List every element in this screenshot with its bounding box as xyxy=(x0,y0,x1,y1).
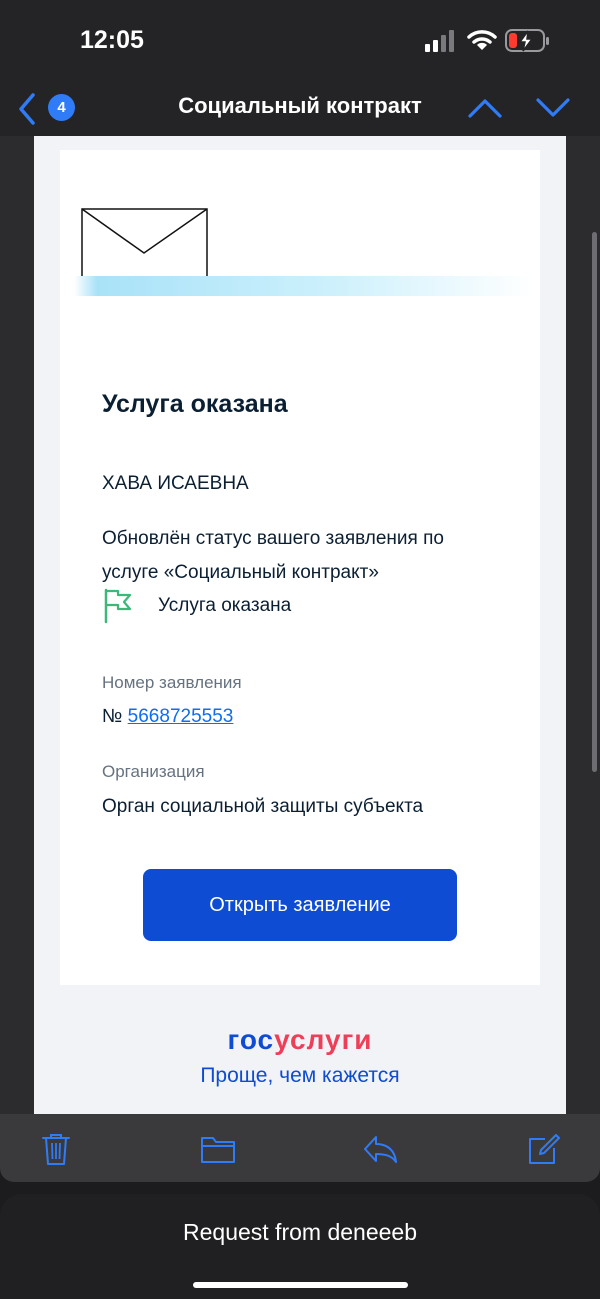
organization-label: Организация xyxy=(102,762,205,781)
request-notification[interactable]: Request from deneeeb xyxy=(0,1194,600,1299)
reply-icon[interactable] xyxy=(362,1132,398,1166)
logo-part-uslugi: услуги xyxy=(274,1024,373,1055)
status-message: Обновлён статус вашего заявления по услу… xyxy=(102,528,444,583)
service-status: Услуга оказана xyxy=(158,595,292,616)
email-card: Услуга оказана ХАВА ИСАЕВНА Обновлён ста… xyxy=(60,150,540,985)
application-number: № 5668725553 xyxy=(102,706,233,728)
application-number-prefix: № xyxy=(102,706,123,727)
compose-icon[interactable] xyxy=(528,1132,560,1166)
open-application-button[interactable]: Открыть заявление xyxy=(143,869,457,941)
notification-text: Request from deneeeb xyxy=(183,1219,417,1245)
previous-message-icon[interactable] xyxy=(467,96,503,120)
organization-value: Орган социальной защиты субъекта xyxy=(102,796,424,817)
application-number-link[interactable]: 5668725553 xyxy=(128,706,234,727)
flag-icon xyxy=(104,588,132,624)
mail-navbar: 4 Социальный контракт xyxy=(0,82,600,136)
trash-icon[interactable] xyxy=(40,1132,72,1166)
battery-icon xyxy=(505,29,549,52)
mail-toolbar xyxy=(0,1114,600,1182)
wifi-icon xyxy=(467,30,497,50)
gosuslugi-logo[interactable]: госуслуги xyxy=(34,1024,566,1056)
brand-slogan: Проще, чем кажется xyxy=(200,1064,400,1087)
mail-body-scroll[interactable]: Услуга оказана ХАВА ИСАЕВНА Обновлён ста… xyxy=(0,136,600,1114)
application-number-label: Номер заявления xyxy=(102,673,242,692)
status-time: 12:05 xyxy=(80,26,144,54)
logo-part-gos: гос xyxy=(227,1024,275,1055)
status-bar: 12:05 xyxy=(0,0,600,82)
header-decoration xyxy=(74,276,534,296)
scrollbar[interactable] xyxy=(592,232,597,772)
email-heading: Услуга оказана xyxy=(102,390,288,418)
cellular-signal-icon xyxy=(425,30,454,52)
email-page: Услуга оказана ХАВА ИСАЕВНА Обновлён ста… xyxy=(34,136,566,1114)
folder-icon[interactable] xyxy=(200,1132,236,1166)
mailbox-title: Социальный контракт xyxy=(178,93,422,118)
home-indicator[interactable] xyxy=(193,1282,408,1288)
recipient-name: ХАВА ИСАЕВНА xyxy=(102,473,249,494)
next-message-icon[interactable] xyxy=(535,96,571,120)
